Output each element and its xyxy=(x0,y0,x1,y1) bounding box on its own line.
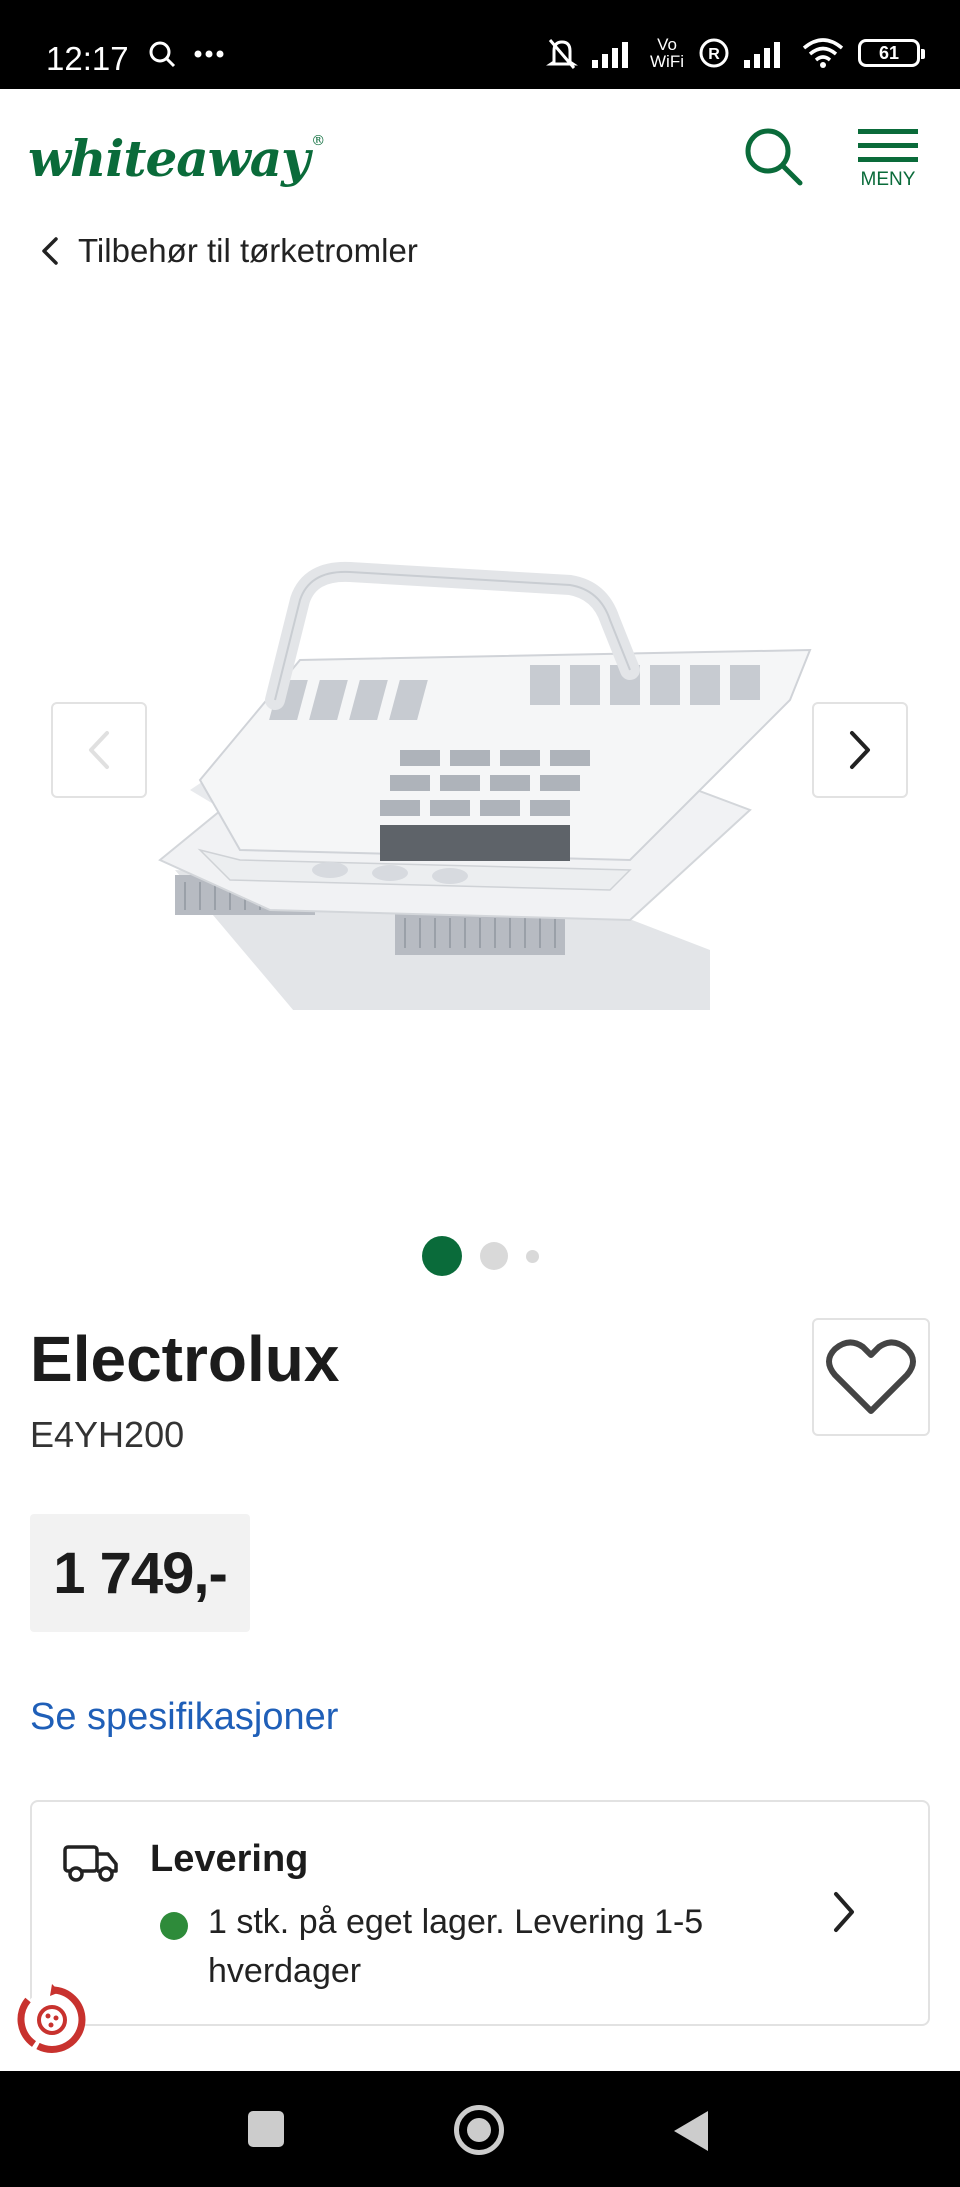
wifi-icon xyxy=(802,38,844,68)
android-nav-bar xyxy=(0,2071,960,2187)
recent-apps-button[interactable] xyxy=(248,2111,284,2147)
chevron-left-icon xyxy=(42,237,58,265)
hamburger-icon xyxy=(858,129,918,162)
chevron-right-icon xyxy=(834,1892,854,1932)
stock-status-indicator xyxy=(160,1912,188,1940)
carousel-dot-2[interactable] xyxy=(479,1242,508,1270)
menu-label: MENY xyxy=(860,169,916,190)
carousel-dot-1[interactable] xyxy=(421,1236,462,1276)
heart-icon xyxy=(826,1339,916,1414)
delivery-status-text: 1 stk. på eget lager. Levering 1-5 hverd… xyxy=(208,1903,704,1990)
breadcrumb-back-link[interactable]: Tilbehør til tørketromler xyxy=(40,232,418,270)
more-dots-icon xyxy=(194,50,224,58)
roaming-icon: R xyxy=(699,38,729,68)
favorite-button[interactable] xyxy=(812,1318,930,1436)
search-icon xyxy=(745,128,803,186)
site-header: whiteaway ® MENY xyxy=(0,89,960,219)
status-bar: 12:17 Vo WiFi R 61 xyxy=(0,0,960,89)
signal-icon-2 xyxy=(744,42,780,68)
vowifi-indicator: Vo WiFi xyxy=(650,35,684,71)
battery-indicator: 61 xyxy=(858,39,925,67)
search-status-icon xyxy=(149,41,176,68)
truck-icon xyxy=(63,1845,118,1882)
chevron-right-icon xyxy=(850,731,870,769)
product-model: E4YH200 xyxy=(30,1414,185,1455)
cookie-consent-icon[interactable] xyxy=(14,1982,90,2058)
product-price: 1 749,- xyxy=(53,1540,228,1606)
gallery-prev-button[interactable] xyxy=(51,702,147,798)
delivery-title: Levering xyxy=(150,1838,309,1880)
svg-text:R: R xyxy=(708,46,720,63)
whiteaway-logo[interactable]: whiteaway ® xyxy=(28,129,325,188)
carousel-dots xyxy=(0,1236,960,1276)
breadcrumb-label: Tilbehør til tørketromler xyxy=(78,232,418,269)
price-box: 1 749,- xyxy=(30,1514,250,1632)
home-button[interactable] xyxy=(454,2105,504,2155)
product-gallery[interactable] xyxy=(0,310,960,1190)
chevron-left-icon xyxy=(89,731,109,769)
product-brand: Electrolux xyxy=(30,1323,340,1395)
signal-icon xyxy=(592,42,629,68)
back-button[interactable] xyxy=(674,2111,708,2151)
status-time: 12:17 xyxy=(46,40,129,77)
product-image-drying-rack[interactable] xyxy=(150,530,830,1010)
specifications-link[interactable]: Se spesifikasjoner xyxy=(30,1696,338,1739)
mute-bell-icon xyxy=(546,39,578,69)
search-button[interactable] xyxy=(742,125,806,189)
carousel-dot-3[interactable] xyxy=(525,1249,539,1263)
menu-button[interactable]: MENY xyxy=(858,129,918,191)
delivery-card[interactable]: Levering 1 stk. på eget lager. Levering … xyxy=(30,1800,930,2026)
